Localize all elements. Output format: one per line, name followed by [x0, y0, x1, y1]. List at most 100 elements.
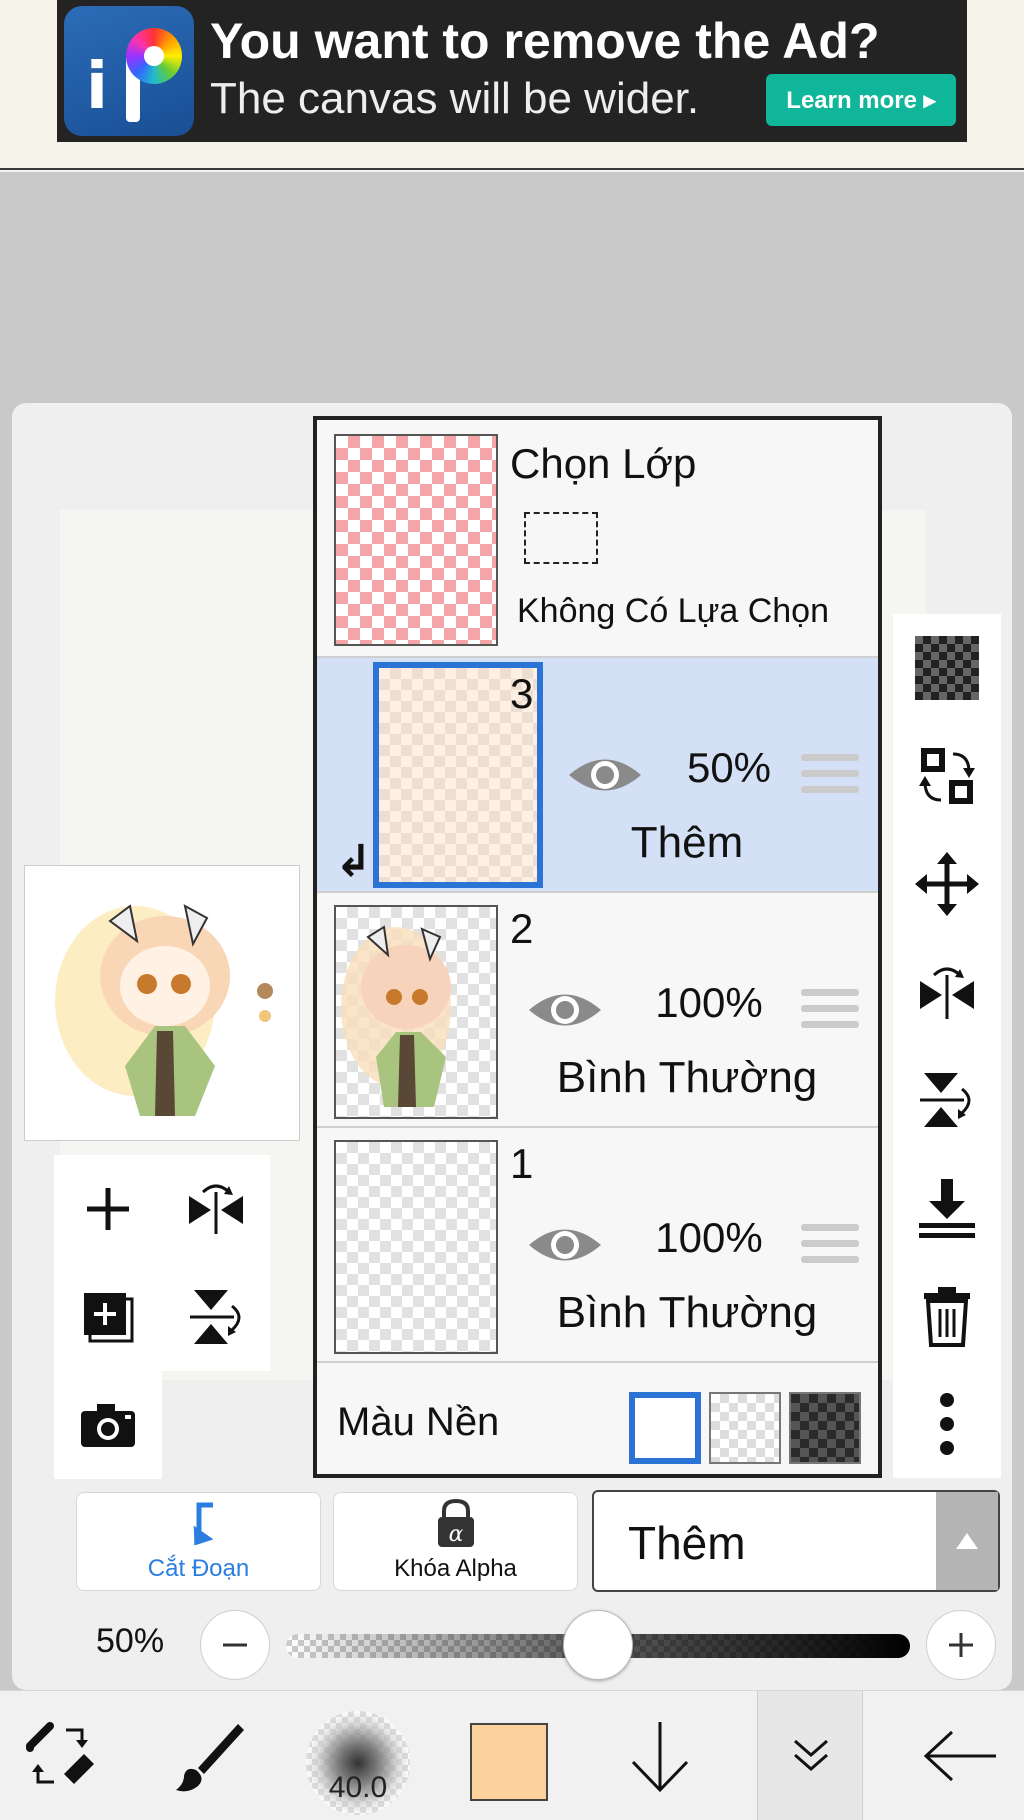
minus-icon	[223, 1643, 247, 1647]
alpha-lock-label: Khóa Alpha	[394, 1555, 517, 1582]
drag-handle-icon[interactable]	[801, 989, 859, 1031]
background-white-swatch[interactable]	[629, 1392, 701, 1464]
add-layer-copy-icon	[84, 1293, 134, 1343]
back-button[interactable]	[900, 1691, 1020, 1820]
selection-status: Không Có Lựa Chọn	[517, 592, 829, 630]
tool-switch-button[interactable]	[0, 1691, 120, 1820]
canvas-preview	[24, 865, 300, 1141]
flip-vertical-icon	[190, 1290, 241, 1344]
learn-more-button[interactable]: Learn more ▸	[766, 74, 956, 126]
visibility-eye-icon[interactable]	[525, 1220, 605, 1270]
layer-tools-left-camera	[54, 1371, 162, 1479]
layer-row-1[interactable]: 1 100% Bình Thường	[317, 1128, 878, 1363]
opacity-value: 50%	[96, 1622, 165, 1660]
more-options-button[interactable]	[893, 1370, 1001, 1478]
character-thumbnail-image	[341, 925, 451, 1107]
layer-number: 2	[510, 905, 534, 952]
brush-icon	[176, 1724, 244, 1792]
clipping-button[interactable]: Cắt Đoạn	[76, 1492, 321, 1591]
drag-handle-icon[interactable]	[801, 754, 859, 796]
layers-panel: Chọn Lớp Không Có Lựa Chọn ↲ 3 50% Thêm	[313, 416, 882, 1478]
flip-layer-vertical-button[interactable]	[893, 1046, 1001, 1154]
brush-tool-button[interactable]	[150, 1691, 270, 1820]
flip-horizontal-button[interactable]	[162, 1155, 270, 1263]
brush-eraser-swap-icon	[26, 1722, 94, 1784]
selection-layer-row[interactable]: Chọn Lớp Không Có Lựa Chọn	[317, 420, 878, 658]
blend-mode-select[interactable]: Thêm	[592, 1490, 1000, 1592]
flip-horizontal-icon	[189, 1184, 243, 1234]
flip-horizontal-icon	[920, 967, 974, 1019]
dropdown-arrow-icon[interactable]	[936, 1492, 998, 1590]
layer-opacity: 100%	[655, 1214, 763, 1261]
trash-icon	[924, 1287, 970, 1347]
background-dark-checker-swatch[interactable]	[789, 1392, 861, 1464]
more-vertical-icon	[940, 1393, 954, 1455]
add-layer-button[interactable]	[54, 1155, 162, 1263]
ad-title: You want to remove the Ad?	[210, 13, 880, 69]
swap-layers-icon	[919, 748, 975, 804]
flip-vertical-icon	[920, 1073, 971, 1127]
layer-blend-mode: Bình Thường	[556, 1053, 818, 1102]
ad-area: i You want to remove the Ad? The canvas …	[0, 0, 1024, 170]
plus-icon	[87, 1188, 129, 1230]
visibility-eye-icon[interactable]	[525, 985, 605, 1035]
ad-banner[interactable]: i You want to remove the Ad? The canvas …	[57, 0, 967, 142]
selection-marquee-icon	[524, 512, 598, 564]
selection-layer-thumbnail	[334, 434, 498, 646]
layer-thumbnail-2	[334, 905, 498, 1119]
brush-size-value: 40.0	[328, 1771, 388, 1804]
clipping-arrow-icon	[193, 1502, 214, 1546]
delete-layer-button[interactable]	[893, 1262, 1001, 1370]
merge-down-button[interactable]	[893, 1154, 1001, 1262]
opacity-increase-button[interactable]	[926, 1610, 996, 1680]
clipping-label: Cắt Đoạn	[147, 1555, 250, 1582]
merge-down-icon	[919, 1179, 975, 1238]
alpha-lock-button[interactable]: α Khóa Alpha	[333, 1492, 578, 1591]
current-color-swatch[interactable]	[470, 1723, 548, 1801]
collapse-toolbar-button[interactable]	[757, 1691, 863, 1820]
background-transparent-swatch[interactable]	[709, 1392, 781, 1464]
layer-row-2[interactable]: 2 100% Bình Thường	[317, 893, 878, 1128]
plus-icon	[949, 1633, 973, 1657]
move-layer-button[interactable]	[893, 830, 1001, 938]
ibispaint-logo-icon: i	[64, 6, 194, 136]
layer-blend-mode: Thêm	[630, 818, 744, 867]
bottom-toolbar: 40.0	[0, 1690, 1024, 1820]
camera-icon	[81, 1404, 135, 1447]
checkerboard-icon	[915, 636, 979, 700]
camera-button[interactable]	[54, 1371, 162, 1479]
move-arrows-icon	[915, 852, 979, 916]
layer-number: 3	[510, 670, 534, 717]
drag-handle-icon[interactable]	[801, 1224, 859, 1266]
layer-tools-left	[54, 1155, 270, 1371]
selection-layer-title: Chọn Lớp	[510, 440, 697, 487]
arrow-down-icon	[631, 1722, 689, 1793]
background-color-row: Màu Nền	[317, 1366, 878, 1474]
layer-blend-mode: Bình Thường	[556, 1288, 818, 1337]
blend-mode-value: Thêm	[628, 1517, 746, 1569]
layer-opacity: 50%	[686, 744, 772, 791]
brush-size-button[interactable]: 40.0	[306, 1711, 410, 1815]
double-chevron-down-icon	[794, 1739, 828, 1771]
ad-subtitle: The canvas will be wider.	[210, 74, 700, 123]
layer-row-3[interactable]: ↲ 3 50% Thêm	[317, 658, 878, 893]
arrow-left-icon	[923, 1730, 996, 1782]
layer-down-button[interactable]	[600, 1691, 720, 1820]
character-preview-image	[55, 904, 273, 1116]
opacity-decrease-button[interactable]	[200, 1610, 270, 1680]
swap-layers-button[interactable]	[893, 722, 1001, 830]
background-color-label: Màu Nền	[337, 1400, 500, 1444]
new-layer-copy-button[interactable]	[54, 1263, 162, 1371]
layer-opacity: 100%	[655, 979, 763, 1026]
opacity-slider-thumb[interactable]	[563, 1610, 633, 1680]
flip-layer-horizontal-button[interactable]	[893, 938, 1001, 1046]
transparency-checker-button[interactable]	[893, 614, 1001, 722]
visibility-eye-icon[interactable]	[565, 750, 645, 800]
clipping-arrow-icon: ↲	[335, 836, 372, 887]
flip-vertical-button[interactable]	[162, 1263, 270, 1371]
layer-tools-right	[893, 614, 1001, 1478]
lock-alpha-icon: α	[438, 1499, 474, 1547]
layer-thumbnail-1	[334, 1140, 498, 1354]
svg-text:α: α	[449, 1522, 464, 1547]
layer-number: 1	[510, 1140, 534, 1187]
